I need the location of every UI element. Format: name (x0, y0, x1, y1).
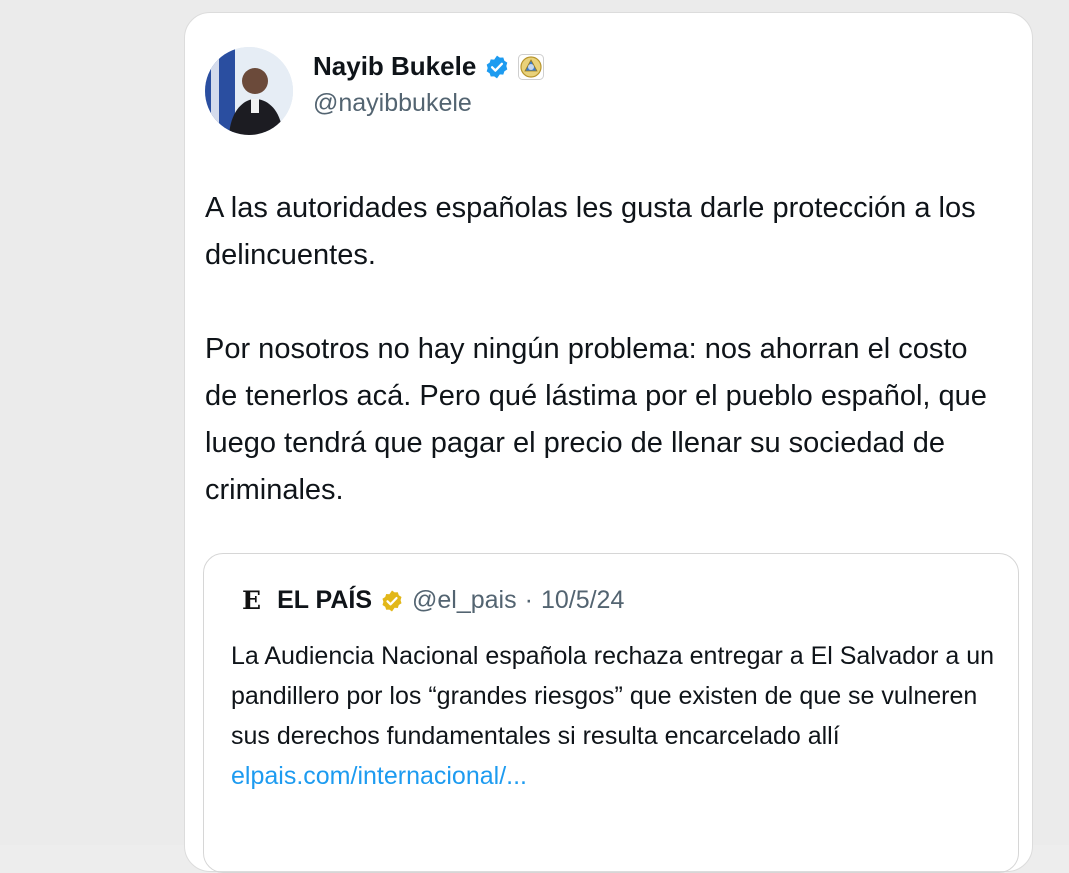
article-link[interactable]: elpais.com/internacional/... (231, 762, 527, 790)
quoted-tweet-body: La Audiencia Nacional española rechaza e… (231, 642, 995, 750)
author-name-row: Nayib Bukele (313, 51, 545, 82)
avatar-image (205, 47, 293, 135)
tweet-text: A las autoridades españolas les gusta da… (205, 185, 1005, 514)
quoted-tweet-card[interactable]: E EL PAÍS @el_pais · 10/5/24 La Audienci… (203, 553, 1019, 873)
el-pais-logo: E (242, 586, 262, 615)
screenshot-background: Nayib Bukele @nayibbukele A las autorida… (0, 0, 1069, 873)
quoted-author-name[interactable]: EL PAÍS (277, 586, 372, 615)
quoted-tweet-date[interactable]: 10/5/24 (541, 586, 624, 615)
quoted-author-handle[interactable]: @el_pais (412, 586, 517, 615)
tweet-paragraph: Por nosotros no hay ningún problema: nos… (205, 333, 987, 506)
verified-badge-icon (484, 54, 510, 80)
gold-verified-badge-icon (380, 589, 404, 613)
author-handle[interactable]: @nayibbukele (313, 89, 472, 118)
quoted-tweet-text: La Audiencia Nacional española rechaza e… (231, 636, 1001, 796)
quoted-tweet-header: E EL PAÍS @el_pais · 10/5/24 (242, 586, 624, 615)
el-salvador-seal-icon[interactable] (518, 53, 545, 80)
separator-dot: · (524, 586, 533, 614)
tweet-paragraph: A las autoridades españolas les gusta da… (205, 192, 976, 271)
author-name[interactable]: Nayib Bukele (313, 51, 476, 82)
tweet-card[interactable]: Nayib Bukele @nayibbukele A las autorida… (184, 12, 1033, 873)
avatar[interactable] (205, 47, 293, 135)
